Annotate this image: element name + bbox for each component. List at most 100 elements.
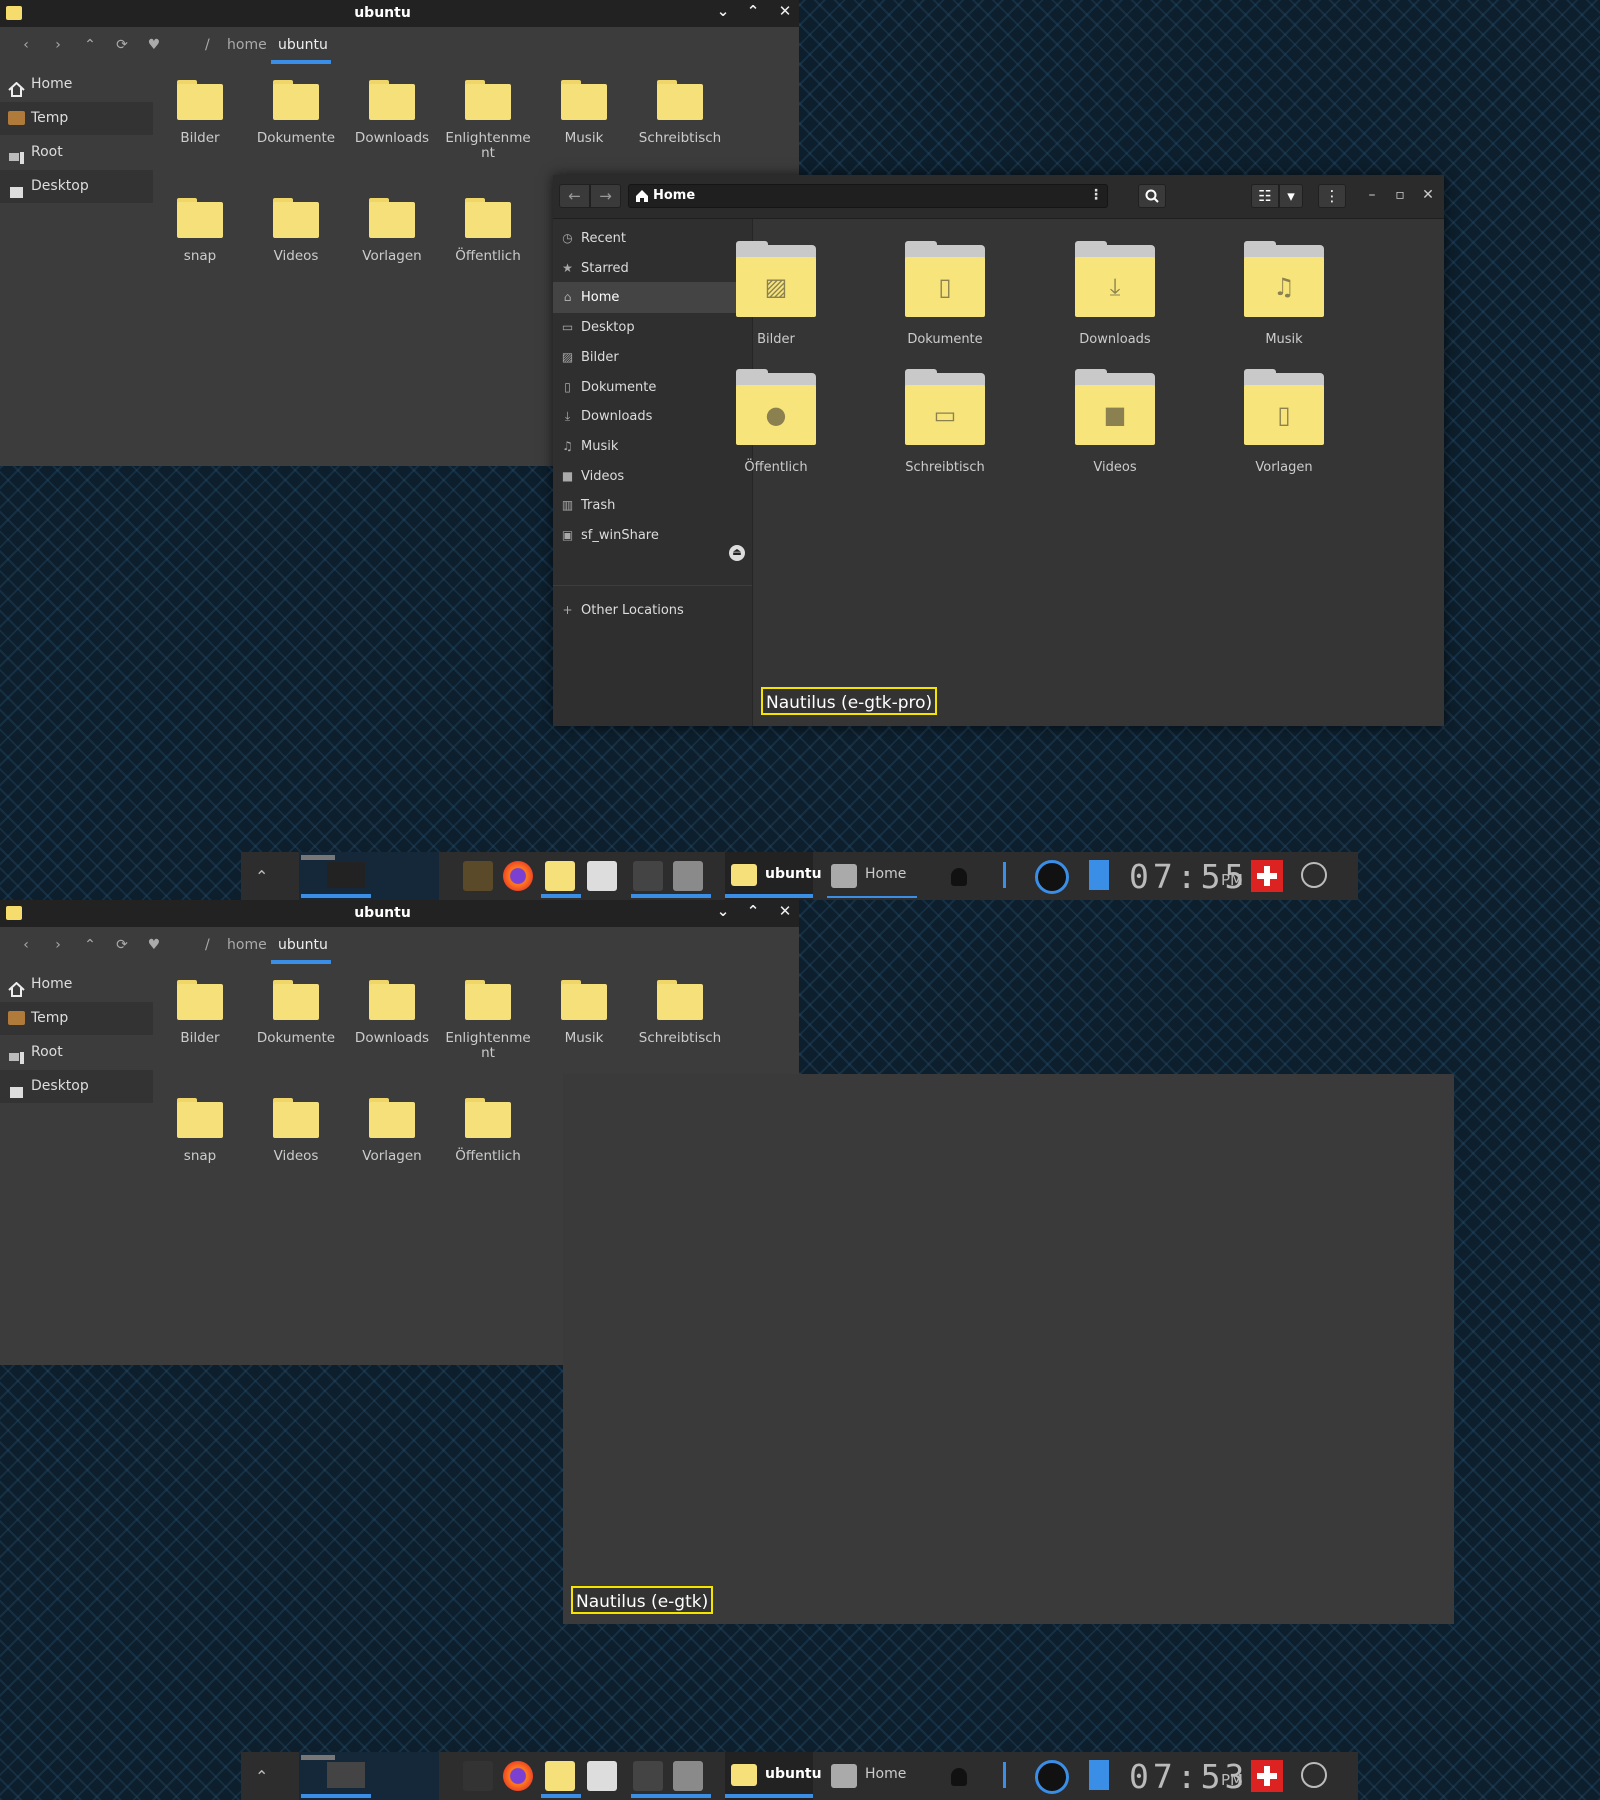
- file-manager-icon[interactable]: [673, 861, 703, 891]
- sidebar-item-home[interactable]: Home: [0, 68, 153, 101]
- file-item[interactable]: ▯ Dokumente: [875, 241, 1015, 347]
- task-ubuntu[interactable]: ubuntu: [725, 1752, 822, 1800]
- menu-button[interactable]: ⋮: [1318, 184, 1346, 208]
- chevron-up-icon[interactable]: ⌃: [255, 1767, 268, 1786]
- back-button[interactable]: ←: [559, 184, 590, 208]
- breadcrumb-current[interactable]: ubuntu: [278, 37, 328, 53]
- battery-icon[interactable]: [1089, 860, 1109, 890]
- lightbulb-icon[interactable]: [951, 868, 967, 886]
- efm-titlebar[interactable]: ubuntu ⌄ ⌃ ✕: [0, 0, 799, 27]
- file-item[interactable]: Dokumente: [248, 980, 344, 1046]
- file-item[interactable]: Schreibtisch: [632, 80, 728, 146]
- breadcrumb-root[interactable]: /: [205, 937, 210, 953]
- sidebar-item-temp[interactable]: Temp: [0, 1002, 153, 1035]
- power-icon[interactable]: [1301, 862, 1327, 888]
- minimize-button[interactable]: ⌄: [712, 2, 734, 20]
- breadcrumb-current[interactable]: ubuntu: [278, 937, 328, 953]
- maximize-button[interactable]: ▫: [1391, 187, 1409, 203]
- file-item[interactable]: snap: [152, 1098, 248, 1164]
- power-icon[interactable]: [1301, 1762, 1327, 1788]
- file-item[interactable]: Öffentlich: [440, 1098, 536, 1164]
- file-item[interactable]: Dokumente: [248, 80, 344, 146]
- up-button[interactable]: ⌃: [80, 37, 100, 53]
- file-item[interactable]: Enlightenme nt: [440, 980, 536, 1061]
- terminal-icon[interactable]: [633, 1761, 663, 1791]
- forward-button[interactable]: ›: [48, 37, 68, 53]
- thermometer-icon[interactable]: [1003, 862, 1006, 888]
- swiss-flag-icon[interactable]: [1251, 1760, 1283, 1792]
- text-editor-icon[interactable]: [587, 861, 617, 891]
- file-item[interactable]: ▨ Bilder: [706, 241, 846, 347]
- terminal-app-icon[interactable]: [463, 861, 493, 891]
- close-button[interactable]: ✕: [774, 2, 796, 20]
- close-button[interactable]: ✕: [774, 902, 796, 920]
- eject-icon[interactable]: ⏏: [729, 545, 745, 561]
- pager[interactable]: [299, 1752, 439, 1800]
- swiss-flag-icon[interactable]: [1251, 860, 1283, 892]
- task-home[interactable]: Home: [827, 852, 917, 900]
- file-manager-icon[interactable]: [673, 1761, 703, 1791]
- lightbulb-icon[interactable]: [951, 1768, 967, 1786]
- files-app-icon[interactable]: [545, 1761, 575, 1791]
- terminal-app-icon[interactable]: [463, 1761, 493, 1791]
- cpu-gauge-icon[interactable]: [1035, 1760, 1069, 1794]
- favorite-button[interactable]: ♥: [144, 937, 164, 953]
- back-button[interactable]: ‹: [16, 937, 36, 953]
- pager[interactable]: [299, 852, 439, 900]
- maximize-button[interactable]: ⌃: [742, 902, 764, 920]
- file-item[interactable]: ♫ Musik: [1214, 241, 1354, 347]
- file-item[interactable]: ■ Videos: [1045, 369, 1185, 475]
- path-menu-icon[interactable]: ⋮: [1089, 187, 1103, 203]
- efm-titlebar[interactable]: ubuntu ⌄ ⌃ ✕: [0, 900, 799, 927]
- file-item[interactable]: Videos: [248, 198, 344, 264]
- forward-button[interactable]: →: [590, 184, 621, 208]
- battery-icon[interactable]: [1089, 1760, 1109, 1790]
- breadcrumb-home[interactable]: home: [227, 37, 267, 53]
- file-item[interactable]: ⤓ Downloads: [1045, 241, 1185, 347]
- file-item[interactable]: Bilder: [152, 80, 248, 146]
- sidebar-item-home[interactable]: Home: [0, 968, 153, 1001]
- file-item[interactable]: ▭ Schreibtisch: [875, 369, 1015, 475]
- firefox-icon[interactable]: [503, 1761, 533, 1791]
- sidebar-item-other-locations[interactable]: + Other Locations: [553, 595, 752, 626]
- close-button[interactable]: ✕: [1419, 187, 1437, 203]
- refresh-button[interactable]: ⟳: [112, 937, 132, 953]
- minimize-button[interactable]: ⌄: [712, 902, 734, 920]
- cpu-gauge-icon[interactable]: [1035, 860, 1069, 894]
- search-button[interactable]: [1138, 184, 1166, 208]
- file-item[interactable]: Vorlagen: [344, 1098, 440, 1164]
- chevron-up-icon[interactable]: ⌃: [255, 867, 268, 886]
- file-item[interactable]: Videos: [248, 1098, 344, 1164]
- sidebar-item-sf-winshare[interactable]: ▣ sf_winShare: [553, 520, 752, 551]
- file-item[interactable]: Enlightenme nt: [440, 80, 536, 161]
- file-item[interactable]: Downloads: [344, 80, 440, 146]
- task-ubuntu[interactable]: ubuntu: [725, 852, 822, 900]
- file-item[interactable]: Downloads: [344, 980, 440, 1046]
- file-item[interactable]: Musik: [536, 980, 632, 1046]
- back-button[interactable]: ‹: [16, 37, 36, 53]
- sidebar-item-desktop[interactable]: Desktop: [0, 170, 153, 203]
- sidebar-item-desktop[interactable]: Desktop: [0, 1070, 153, 1103]
- location-bar[interactable]: Home ⋮: [628, 184, 1108, 208]
- thermometer-icon[interactable]: [1003, 1762, 1006, 1788]
- maximize-button[interactable]: ⌃: [742, 2, 764, 20]
- firefox-icon[interactable]: [503, 861, 533, 891]
- file-item[interactable]: Vorlagen: [344, 198, 440, 264]
- file-item[interactable]: Bilder: [152, 980, 248, 1046]
- favorite-button[interactable]: ♥: [144, 37, 164, 53]
- breadcrumb-root[interactable]: /: [205, 37, 210, 53]
- text-editor-icon[interactable]: [587, 1761, 617, 1791]
- file-item[interactable]: ● Öffentlich: [706, 369, 846, 475]
- view-options-button[interactable]: ▾: [1279, 184, 1303, 208]
- sidebar-item-trash[interactable]: ▥ Trash: [553, 490, 752, 521]
- breadcrumb-home[interactable]: home: [227, 937, 267, 953]
- forward-button[interactable]: ›: [48, 937, 68, 953]
- file-item[interactable]: ▯ Vorlagen: [1214, 369, 1354, 475]
- file-item[interactable]: Musik: [536, 80, 632, 146]
- files-app-icon[interactable]: [545, 861, 575, 891]
- file-item[interactable]: Schreibtisch: [632, 980, 728, 1046]
- sidebar-item-root[interactable]: Root: [0, 136, 153, 169]
- terminal-icon[interactable]: [633, 861, 663, 891]
- sidebar-item-temp[interactable]: Temp: [0, 102, 153, 135]
- file-item[interactable]: snap: [152, 198, 248, 264]
